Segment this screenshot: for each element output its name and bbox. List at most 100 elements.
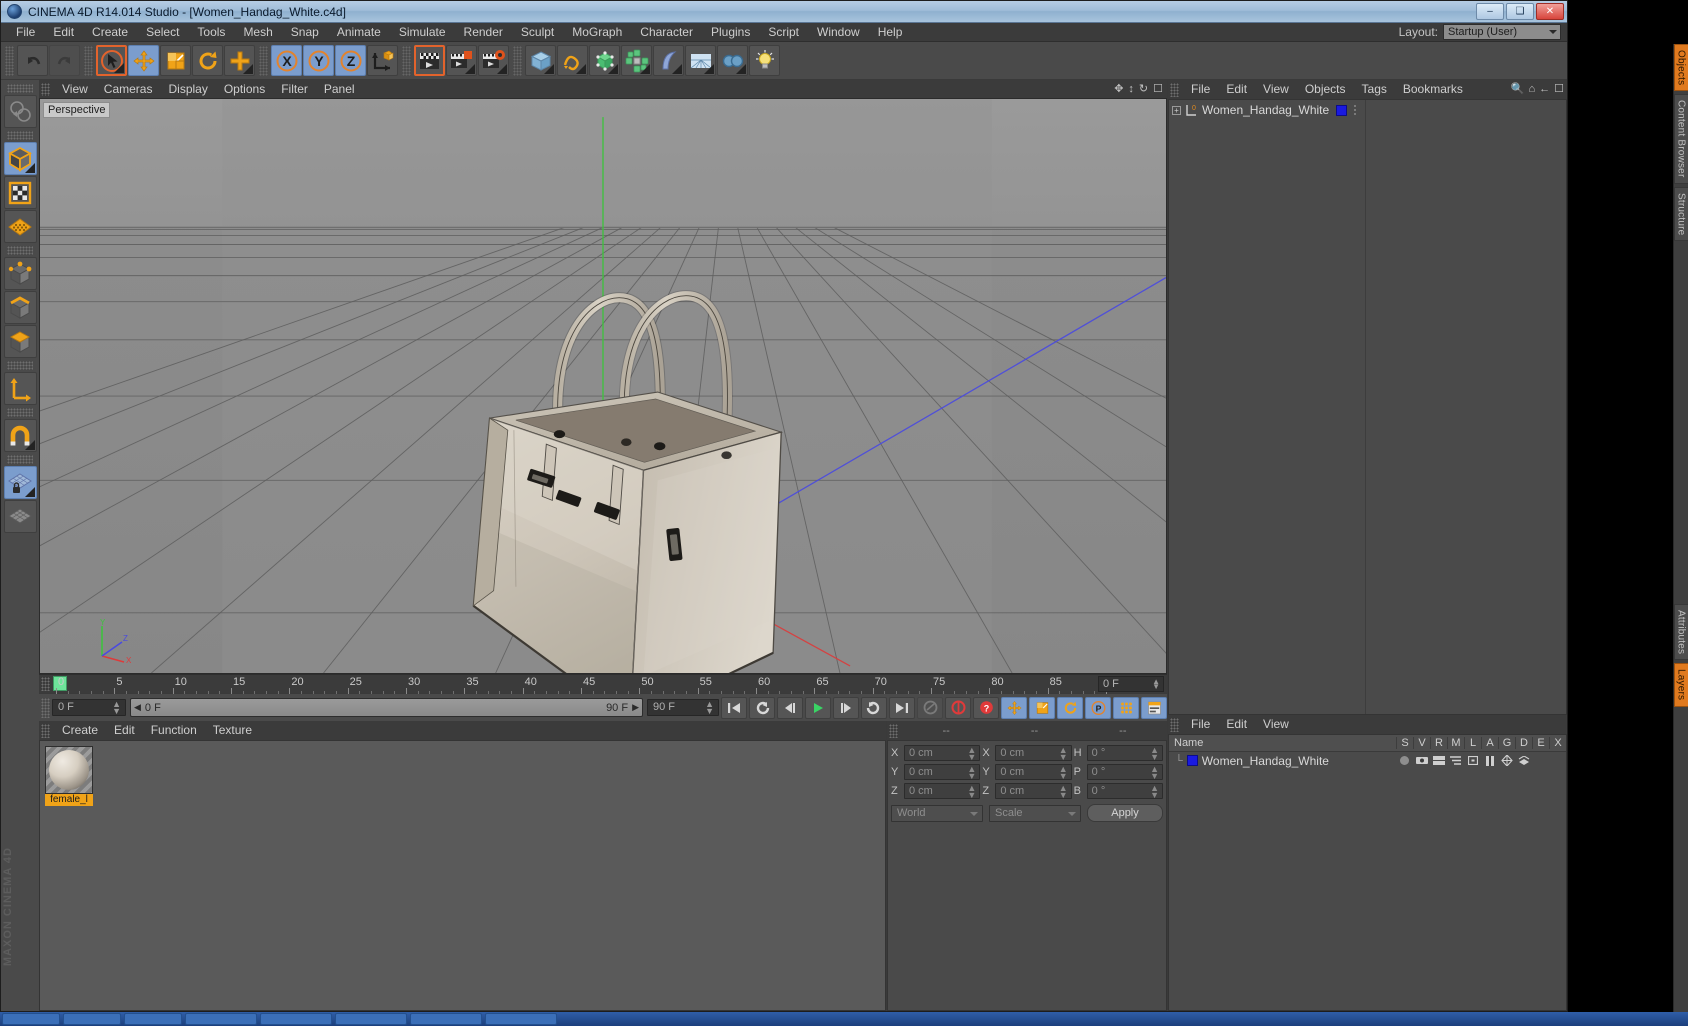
z-axis-lock-button[interactable]: Z bbox=[335, 45, 366, 76]
layer-animation-toggle[interactable] bbox=[1481, 755, 1498, 766]
size-y-input[interactable]: 0 cm ▲ ▼ bbox=[995, 764, 1072, 781]
undo-view-button[interactable] bbox=[3, 95, 37, 128]
history-icon[interactable]: ← bbox=[1539, 83, 1550, 95]
previous-key-button[interactable] bbox=[749, 696, 775, 719]
left-toolbar-grip[interactable] bbox=[7, 246, 33, 255]
x-axis-lock-button[interactable]: X bbox=[271, 45, 302, 76]
viewport-3d[interactable]: Perspective Y X Z bbox=[39, 98, 1167, 674]
scale-button[interactable] bbox=[160, 45, 191, 76]
autokey-button[interactable] bbox=[917, 696, 943, 719]
taskbar-item[interactable] bbox=[485, 1013, 557, 1025]
object-menu-edit[interactable]: Edit bbox=[1218, 80, 1255, 99]
spinner-icon[interactable]: ▲ ▼ bbox=[967, 746, 976, 762]
taskbar-item[interactable] bbox=[260, 1013, 332, 1025]
layer-deformer-toggle[interactable] bbox=[1515, 755, 1532, 766]
left-toolbar-grip[interactable] bbox=[7, 455, 33, 464]
axis-mode-button[interactable] bbox=[3, 372, 37, 405]
nurbs-button[interactable] bbox=[589, 45, 620, 76]
layers-col-e[interactable]: E bbox=[1532, 737, 1549, 749]
layers-col-d[interactable]: D bbox=[1515, 737, 1532, 749]
render-region-button[interactable] bbox=[446, 45, 477, 76]
material-manager-grip[interactable] bbox=[41, 723, 50, 738]
deformer-button[interactable] bbox=[653, 45, 684, 76]
layer-row[interactable]: └ Women_Handag_White bbox=[1169, 752, 1566, 769]
range-right-arrow-icon[interactable]: ▶ bbox=[632, 702, 639, 713]
undo-button[interactable] bbox=[17, 45, 48, 76]
menu-item-edit[interactable]: Edit bbox=[44, 23, 83, 42]
spinner-icon[interactable]: ▲ ▼ bbox=[705, 700, 714, 716]
coordinates-grip[interactable] bbox=[889, 723, 898, 738]
left-toolbar-grip[interactable] bbox=[7, 408, 33, 417]
menu-item-select[interactable]: Select bbox=[137, 23, 188, 42]
texture-mode-button[interactable] bbox=[3, 176, 37, 209]
menu-item-tools[interactable]: Tools bbox=[188, 23, 234, 42]
taskbar-item[interactable] bbox=[185, 1013, 257, 1025]
layer-manager-toggle[interactable] bbox=[1447, 756, 1464, 765]
menu-item-mesh[interactable]: Mesh bbox=[234, 23, 281, 42]
range-left-arrow-icon[interactable]: ◀ bbox=[134, 702, 141, 713]
material-item[interactable]: female_l bbox=[45, 746, 95, 806]
pos-z-input[interactable]: 0 cm ▲ ▼ bbox=[904, 783, 981, 800]
pan-icon[interactable]: ✥ bbox=[1114, 82, 1123, 95]
viewport-menu-filter[interactable]: Filter bbox=[273, 80, 316, 98]
viewport-menu-cameras[interactable]: Cameras bbox=[96, 80, 161, 98]
add-cube-button[interactable] bbox=[525, 45, 556, 76]
layer-lock-toggle[interactable] bbox=[1464, 756, 1481, 765]
workplane-button[interactable] bbox=[3, 500, 37, 533]
timeline-track[interactable]: 051015202530354045505560657075808590 bbox=[50, 675, 1167, 694]
viewport-grip[interactable] bbox=[41, 82, 50, 96]
spinner-icon[interactable]: ▲ ▼ bbox=[1150, 765, 1159, 781]
environment-button[interactable] bbox=[685, 45, 716, 76]
layers-body[interactable]: Name S V R M L A G D E X └ Women_Handag_… bbox=[1168, 734, 1567, 1011]
close-icon[interactable]: ☐ bbox=[1554, 82, 1564, 95]
size-x-input[interactable]: 0 cm ▲ ▼ bbox=[995, 745, 1072, 762]
layers-col-r[interactable]: R bbox=[1430, 737, 1447, 749]
left-toolbar-grip[interactable] bbox=[7, 361, 33, 370]
layers-col-l[interactable]: L bbox=[1464, 737, 1481, 749]
rot-b-input[interactable]: 0 ° ▲ ▼ bbox=[1086, 783, 1163, 800]
maximize-view-icon[interactable]: ☐ bbox=[1153, 82, 1163, 95]
array-button[interactable] bbox=[621, 45, 652, 76]
layers-col-s[interactable]: S bbox=[1396, 737, 1413, 749]
menu-item-simulate[interactable]: Simulate bbox=[390, 23, 455, 42]
polygons-mode-button[interactable] bbox=[3, 325, 37, 358]
spinner-icon[interactable]: ▲ ▼ bbox=[1152, 678, 1160, 691]
layers-menu-view[interactable]: View bbox=[1255, 715, 1297, 734]
spinner-icon[interactable]: ▲ ▼ bbox=[967, 784, 976, 800]
spinner-icon[interactable]: ▲ ▼ bbox=[1059, 765, 1068, 781]
move-button[interactable] bbox=[128, 45, 159, 76]
coordinate-system-select[interactable]: World bbox=[891, 804, 983, 822]
animation-toolbar-grip[interactable] bbox=[41, 697, 50, 718]
layer-solo-toggle[interactable] bbox=[1396, 756, 1413, 765]
object-tag-color[interactable] bbox=[1336, 104, 1348, 116]
apply-button[interactable]: Apply bbox=[1087, 804, 1163, 822]
go-to-start-button[interactable] bbox=[721, 696, 747, 719]
menu-item-file[interactable]: File bbox=[7, 23, 44, 42]
menu-item-plugins[interactable]: Plugins bbox=[702, 23, 759, 42]
layer-visible-toggle[interactable] bbox=[1413, 756, 1430, 765]
left-toolbar-grip[interactable] bbox=[7, 84, 33, 93]
spinner-icon[interactable]: ▲ ▼ bbox=[1150, 746, 1159, 762]
timeline-frame-field[interactable]: 0 F ▲ ▼ bbox=[1098, 676, 1164, 692]
layers-menu-edit[interactable]: Edit bbox=[1218, 715, 1255, 734]
close-button[interactable]: ✕ bbox=[1536, 3, 1564, 20]
orbit-icon[interactable]: ↻ bbox=[1139, 82, 1148, 95]
menu-item-create[interactable]: Create bbox=[83, 23, 137, 42]
keyframe-help-button[interactable]: ? bbox=[973, 696, 999, 719]
object-row[interactable]: + 0 Women_Handag_White bbox=[1169, 102, 1365, 118]
material-menu-create[interactable]: Create bbox=[54, 721, 106, 740]
menu-item-mograph[interactable]: MoGraph bbox=[563, 23, 631, 42]
material-list[interactable]: female_l bbox=[39, 740, 886, 1011]
material-menu-texture[interactable]: Texture bbox=[205, 721, 260, 740]
menu-item-window[interactable]: Window bbox=[808, 23, 869, 42]
points-mode-button[interactable] bbox=[3, 257, 37, 290]
left-toolbar-grip[interactable] bbox=[7, 131, 33, 140]
spinner-icon[interactable]: ▲ ▼ bbox=[967, 765, 976, 781]
layers-col-m[interactable]: M bbox=[1447, 737, 1464, 749]
object-menu-tags[interactable]: Tags bbox=[1354, 80, 1395, 99]
expander-icon[interactable]: + bbox=[1172, 105, 1181, 115]
object-manager-body[interactable]: + 0 Women_Handag_White bbox=[1168, 99, 1567, 715]
taskbar-item[interactable] bbox=[124, 1013, 182, 1025]
minimize-button[interactable]: – bbox=[1476, 3, 1504, 20]
timeline-ruler[interactable]: 051015202530354045505560657075808590 0 F… bbox=[39, 674, 1167, 694]
